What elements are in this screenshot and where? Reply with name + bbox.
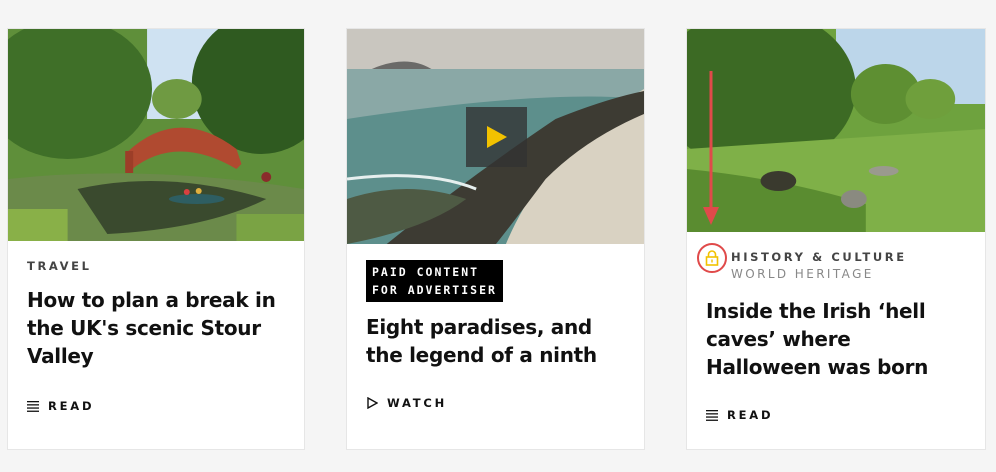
card-category[interactable]: HISTORY & CULTURE: [731, 250, 907, 264]
play-outline-icon: [367, 397, 378, 409]
annotation-arrow: [703, 71, 719, 225]
read-label: READ: [727, 408, 774, 422]
card-subcategory[interactable]: WORLD HERITAGE: [731, 267, 874, 281]
article-card-hell-caves[interactable]: HISTORY & CULTURE WORLD HERITAGE Inside …: [686, 28, 986, 450]
video-play-button[interactable]: [466, 107, 527, 167]
play-icon: [486, 126, 507, 148]
article-card-stour-valley[interactable]: TRAVEL How to plan a break in the UK's s…: [7, 28, 305, 450]
read-link[interactable]: READ: [27, 399, 94, 413]
paid-line-2: FOR ADVERTISER: [372, 283, 497, 297]
watch-link[interactable]: WATCH: [366, 396, 447, 410]
card-title[interactable]: Inside the Irish ‘hell caves’ where Hall…: [706, 297, 971, 381]
list-icon: [706, 410, 718, 421]
paid-line-1: PAID CONTENT: [372, 265, 480, 279]
card-category[interactable]: TRAVEL: [27, 259, 92, 273]
card-image-hell-caves[interactable]: [687, 29, 985, 232]
paid-content-badge: PAID CONTENT FOR ADVERTISER: [366, 260, 503, 302]
lock-icon: [705, 250, 719, 266]
premium-lock-highlight: [697, 243, 727, 273]
read-link[interactable]: READ: [706, 408, 773, 422]
watch-label: WATCH: [387, 396, 448, 410]
article-card-eight-paradises[interactable]: PAID CONTENT FOR ADVERTISER Eight paradi…: [346, 28, 645, 450]
card-title[interactable]: How to plan a break in the UK's scenic S…: [27, 286, 290, 370]
list-icon: [27, 401, 39, 412]
card-image-stour-bridge[interactable]: [8, 29, 304, 241]
read-label: READ: [48, 399, 95, 413]
card-title[interactable]: Eight paradises, and the legend of a nin…: [366, 313, 630, 369]
